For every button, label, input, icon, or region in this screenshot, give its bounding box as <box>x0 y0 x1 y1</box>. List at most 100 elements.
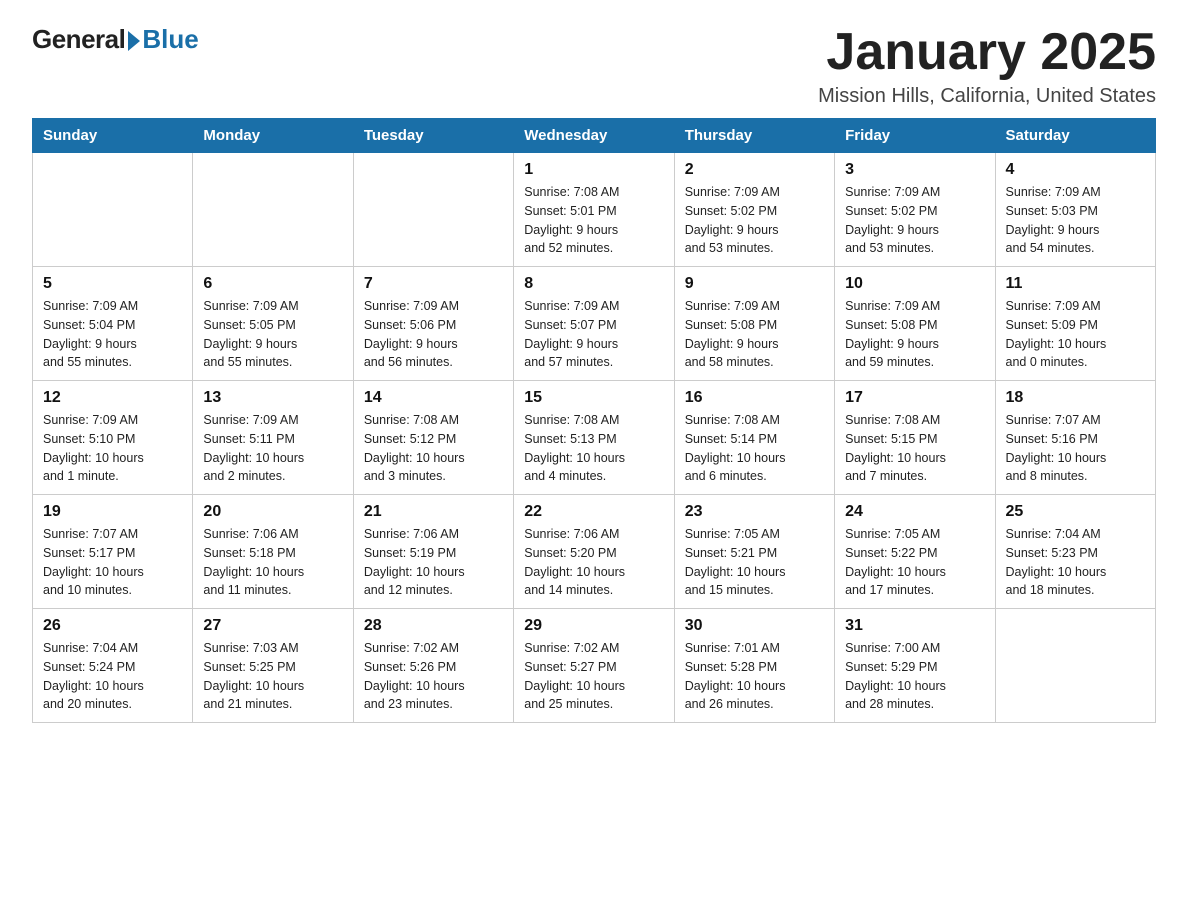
calendar-week-row: 5Sunrise: 7:09 AMSunset: 5:04 PMDaylight… <box>33 267 1156 381</box>
calendar-cell: 25 Sunrise: 7:04 AMSunset: 5:23 PMDayligh… <box>995 495 1155 609</box>
calendar-cell: 22 Sunrise: 7:06 AMSunset: 5:20 PMDayligh… <box>514 495 674 609</box>
calendar-cell: 3 Sunrise: 7:09 AMSunset: 5:02 PMDaylight… <box>835 153 995 267</box>
day-info: Sunrise: 7:02 AMSunset: 5:26 PMDaylight:… <box>364 639 503 714</box>
calendar-cell: 6Sunrise: 7:09 AMSunset: 5:05 PMDaylight… <box>193 267 353 381</box>
day-number: 25 <box>1006 503 1145 521</box>
day-number: 18 <box>1006 389 1145 407</box>
day-info: Sunrise: 7:00 AMSunset: 5:29 PMDaylight:… <box>845 639 984 714</box>
calendar-cell: 16Sunrise: 7:08 AMSunset: 5:14 PMDayligh… <box>674 381 834 495</box>
calendar-header-row: SundayMondayTuesdayWednesdayThursdayFrid… <box>33 119 1156 153</box>
calendar-cell: 4Sunrise: 7:09 AMSunset: 5:03 PMDaylight… <box>995 153 1155 267</box>
day-number: 11 <box>1006 275 1145 293</box>
day-info: Sunrise: 7:09 AMSunset: 5:03 PMDaylight:… <box>1006 183 1145 258</box>
day-number: 20 <box>203 503 342 521</box>
day-info: Sunrise: 7:06 AMSunset: 5:19 PMDaylight:… <box>364 525 503 600</box>
logo-arrow-icon <box>128 31 140 51</box>
logo: General Blue <box>32 24 199 55</box>
calendar-cell: 10Sunrise: 7:09 AMSunset: 5:08 PMDayligh… <box>835 267 995 381</box>
day-number: 7 <box>364 275 503 293</box>
day-info: Sunrise: 7:09 AMSunset: 5:08 PMDaylight:… <box>685 297 824 372</box>
calendar-cell: 9Sunrise: 7:09 AMSunset: 5:08 PMDaylight… <box>674 267 834 381</box>
logo-blue-text: Blue <box>142 24 198 55</box>
calendar-cell: 27 Sunrise: 7:03 AMSunset: 5:25 PMDayligh… <box>193 609 353 723</box>
day-info: Sunrise: 7:09 AMSunset: 5:07 PMDaylight:… <box>524 297 663 372</box>
day-number: 13 <box>203 389 342 407</box>
day-number: 6 <box>203 275 342 293</box>
calendar-cell: 5Sunrise: 7:09 AMSunset: 5:04 PMDaylight… <box>33 267 193 381</box>
day-info: Sunrise: 7:09 AMSunset: 5:10 PMDaylight:… <box>43 411 182 486</box>
calendar-cell: 18 Sunrise: 7:07 AMSunset: 5:16 PMDayligh… <box>995 381 1155 495</box>
calendar-week-row: 1 Sunrise: 7:08 AMSunset: 5:01 PMDaylight… <box>33 153 1156 267</box>
day-info: Sunrise: 7:02 AMSunset: 5:27 PMDaylight:… <box>524 639 663 714</box>
day-info: Sunrise: 7:09 AMSunset: 5:04 PMDaylight:… <box>43 297 182 372</box>
calendar-cell: 31 Sunrise: 7:00 AMSunset: 5:29 PMDayligh… <box>835 609 995 723</box>
calendar-week-row: 19 Sunrise: 7:07 AMSunset: 5:17 PMDayligh… <box>33 495 1156 609</box>
calendar-cell: 24Sunrise: 7:05 AMSunset: 5:22 PMDayligh… <box>835 495 995 609</box>
day-info: Sunrise: 7:05 AMSunset: 5:21 PMDaylight:… <box>685 525 824 600</box>
calendar-week-row: 12 Sunrise: 7:09 AMSunset: 5:10 PMDayligh… <box>33 381 1156 495</box>
day-info: Sunrise: 7:03 AMSunset: 5:25 PMDaylight:… <box>203 639 342 714</box>
calendar-cell: 19 Sunrise: 7:07 AMSunset: 5:17 PMDayligh… <box>33 495 193 609</box>
calendar-header-friday: Friday <box>835 119 995 153</box>
day-info: Sunrise: 7:06 AMSunset: 5:20 PMDaylight:… <box>524 525 663 600</box>
calendar-cell: 11 Sunrise: 7:09 AMSunset: 5:09 PMDayligh… <box>995 267 1155 381</box>
day-number: 23 <box>685 503 824 521</box>
calendar-cell: 15Sunrise: 7:08 AMSunset: 5:13 PMDayligh… <box>514 381 674 495</box>
day-number: 27 <box>203 617 342 635</box>
day-number: 26 <box>43 617 182 635</box>
day-number: 2 <box>685 161 824 179</box>
day-number: 10 <box>845 275 984 293</box>
day-number: 30 <box>685 617 824 635</box>
calendar-cell: 29Sunrise: 7:02 AMSunset: 5:27 PMDayligh… <box>514 609 674 723</box>
page-header: General Blue January 2025 Mission Hills,… <box>32 24 1156 108</box>
day-info: Sunrise: 7:08 AMSunset: 5:01 PMDaylight:… <box>524 183 663 258</box>
day-info: Sunrise: 7:07 AMSunset: 5:16 PMDaylight:… <box>1006 411 1145 486</box>
day-info: Sunrise: 7:07 AMSunset: 5:17 PMDaylight:… <box>43 525 182 600</box>
day-info: Sunrise: 7:09 AMSunset: 5:11 PMDaylight:… <box>203 411 342 486</box>
day-info: Sunrise: 7:01 AMSunset: 5:28 PMDaylight:… <box>685 639 824 714</box>
calendar-cell: 23 Sunrise: 7:05 AMSunset: 5:21 PMDayligh… <box>674 495 834 609</box>
page-title: January 2025 <box>818 24 1156 81</box>
calendar-cell: 14 Sunrise: 7:08 AMSunset: 5:12 PMDayligh… <box>353 381 513 495</box>
calendar-cell: 12 Sunrise: 7:09 AMSunset: 5:10 PMDayligh… <box>33 381 193 495</box>
day-number: 16 <box>685 389 824 407</box>
day-number: 14 <box>364 389 503 407</box>
logo-general-text: General <box>32 24 125 55</box>
day-number: 21 <box>364 503 503 521</box>
day-number: 31 <box>845 617 984 635</box>
day-info: Sunrise: 7:09 AMSunset: 5:09 PMDaylight:… <box>1006 297 1145 372</box>
calendar-header-sunday: Sunday <box>33 119 193 153</box>
day-info: Sunrise: 7:05 AMSunset: 5:22 PMDaylight:… <box>845 525 984 600</box>
day-number: 12 <box>43 389 182 407</box>
day-number: 19 <box>43 503 182 521</box>
calendar-header-thursday: Thursday <box>674 119 834 153</box>
calendar-cell: 30 Sunrise: 7:01 AMSunset: 5:28 PMDayligh… <box>674 609 834 723</box>
day-info: Sunrise: 7:09 AMSunset: 5:02 PMDaylight:… <box>685 183 824 258</box>
calendar-cell: 1 Sunrise: 7:08 AMSunset: 5:01 PMDaylight… <box>514 153 674 267</box>
calendar-week-row: 26 Sunrise: 7:04 AMSunset: 5:24 PMDayligh… <box>33 609 1156 723</box>
day-info: Sunrise: 7:09 AMSunset: 5:06 PMDaylight:… <box>364 297 503 372</box>
day-number: 3 <box>845 161 984 179</box>
day-info: Sunrise: 7:04 AMSunset: 5:24 PMDaylight:… <box>43 639 182 714</box>
day-number: 1 <box>524 161 663 179</box>
day-info: Sunrise: 7:06 AMSunset: 5:18 PMDaylight:… <box>203 525 342 600</box>
calendar-table: SundayMondayTuesdayWednesdayThursdayFrid… <box>32 118 1156 723</box>
calendar-header-saturday: Saturday <box>995 119 1155 153</box>
day-number: 15 <box>524 389 663 407</box>
calendar-cell <box>353 153 513 267</box>
calendar-header-tuesday: Tuesday <box>353 119 513 153</box>
calendar-cell: 17Sunrise: 7:08 AMSunset: 5:15 PMDayligh… <box>835 381 995 495</box>
day-info: Sunrise: 7:09 AMSunset: 5:02 PMDaylight:… <box>845 183 984 258</box>
calendar-cell: 2 Sunrise: 7:09 AMSunset: 5:02 PMDaylight… <box>674 153 834 267</box>
calendar-cell: 7 Sunrise: 7:09 AMSunset: 5:06 PMDaylight… <box>353 267 513 381</box>
calendar-cell: 13 Sunrise: 7:09 AMSunset: 5:11 PMDayligh… <box>193 381 353 495</box>
day-info: Sunrise: 7:08 AMSunset: 5:12 PMDaylight:… <box>364 411 503 486</box>
day-info: Sunrise: 7:04 AMSunset: 5:23 PMDaylight:… <box>1006 525 1145 600</box>
calendar-cell: 26 Sunrise: 7:04 AMSunset: 5:24 PMDayligh… <box>33 609 193 723</box>
calendar-header-monday: Monday <box>193 119 353 153</box>
day-number: 22 <box>524 503 663 521</box>
day-number: 17 <box>845 389 984 407</box>
calendar-cell <box>193 153 353 267</box>
calendar-cell <box>995 609 1155 723</box>
calendar-cell: 28Sunrise: 7:02 AMSunset: 5:26 PMDayligh… <box>353 609 513 723</box>
